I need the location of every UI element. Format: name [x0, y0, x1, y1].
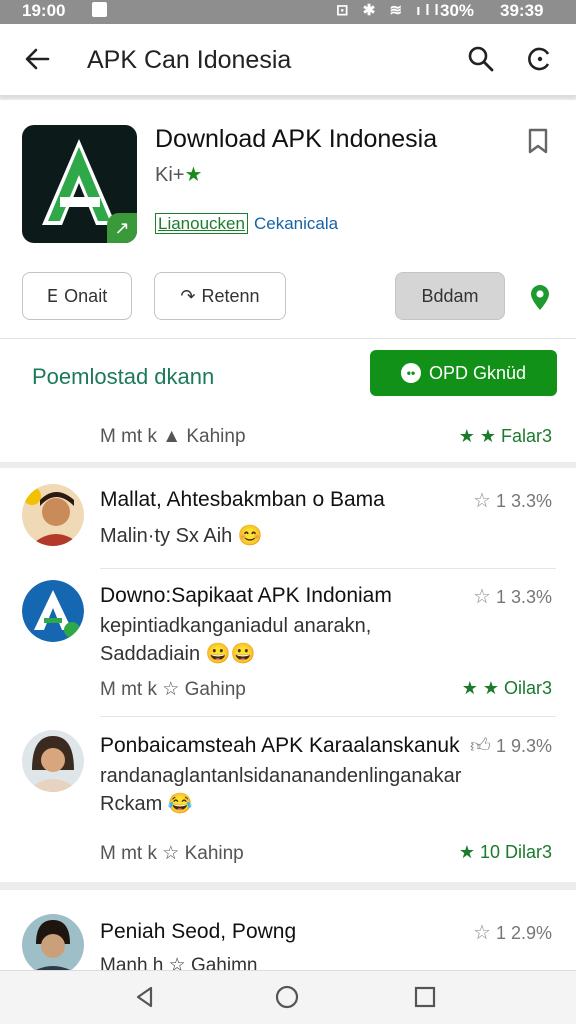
app-subtitle-text: Ki+ [155, 164, 185, 186]
retenn-label: Retenn [201, 285, 260, 306]
nav-back-icon[interactable] [133, 985, 157, 1009]
review-text: randanaglantanlsidananandenlinganakar Rc… [100, 765, 462, 815]
review-author: Peniah Seod, Powng [100, 920, 297, 943]
review-text: Malin·ty Sx Aih 😊 [100, 525, 263, 547]
app-meta-left: M mt k ▲ Kahinp [100, 426, 246, 447]
review-text: kepintiadkanganiadul anarakn, Saddadiain… [100, 615, 372, 665]
nav-home-icon[interactable] [275, 985, 299, 1009]
install-label: OPD Gknüd [428, 362, 527, 383]
system-nav-bar [0, 970, 576, 1024]
review-author: Ponbaicamsteah APK Karaalanskanuk [100, 734, 460, 757]
retenn-button[interactable]: ↷ Retenn [154, 272, 286, 320]
review-meta-right: ★ 10 Dilar3 [458, 842, 552, 862]
review-item[interactable]: Mallat, Ahtesbakmban o Bama Malin·ty Sx … [0, 484, 576, 570]
install-button[interactable]: •• OPD Gknüd [370, 350, 557, 396]
app-card: ↗ Download APK Indonesia Ki+★ Lianoucken… [0, 100, 576, 462]
app-subtitle: Ki+★ [155, 162, 202, 187]
app-meta-right: ★ ★ Falar3 [458, 426, 552, 446]
status-time: 19:00 [22, 1, 66, 20]
review-rating: ☆ 1 3.3% [473, 488, 552, 513]
more-icon[interactable] [524, 44, 554, 74]
developer-link-label: Lianoucken [155, 213, 248, 234]
status-clock-right: 39:39 [500, 1, 544, 20]
onait-label: Onait [64, 285, 108, 306]
app-icon[interactable]: ↗ [22, 125, 137, 243]
divider [100, 716, 556, 717]
avatar [22, 484, 84, 546]
review-rating-value: 1 2.9% [495, 923, 552, 943]
review-rating: 👍︎ 1 9.3% [470, 734, 552, 758]
category-link[interactable]: Cekanicala [254, 214, 338, 234]
status-icons: ⊡ ✱ ≋ ıll [336, 2, 444, 19]
star-icon: ☆ [473, 586, 491, 608]
verified-badge-icon: ↗ [107, 213, 137, 243]
avatar [22, 730, 84, 792]
review-card-partial: Peniah Seod, Powng Manh h ☆ Gahimn ☆ 1 2… [0, 890, 576, 970]
star-icon: ☆ [473, 490, 491, 512]
thumb-icon: 👍︎ [470, 735, 491, 757]
star-icon: ★ [184, 164, 203, 186]
share-icon: ↷ [180, 285, 196, 306]
battery-level: 30% [440, 1, 475, 20]
app-title: Download APK Indonesia [155, 125, 438, 153]
search-icon[interactable] [466, 44, 496, 74]
review-rating-value: 1 9.3% [495, 736, 552, 756]
star-icon: ☆ [473, 922, 491, 944]
developer-link[interactable]: Lianoucken [155, 213, 248, 234]
toolbar-title: APK Can Idonesia [87, 46, 292, 74]
chat-icon: •• [400, 363, 421, 383]
notification-icon [92, 2, 107, 17]
avatar [22, 580, 84, 642]
review-item[interactable]: Downo:Sapikaat APK Indoniam kepintiadkan… [0, 580, 576, 720]
status-bar: 19:00 ⊡ ✱ ≋ ıll 30% 39:39 [0, 0, 576, 24]
review-author: Downo:Sapikaat APK Indoniam [100, 584, 392, 607]
review-meta-right: ★ ★ Oilar3 [461, 678, 552, 698]
promo-text: Poemlostad dkann [32, 364, 215, 389]
back-arrow-icon[interactable] [22, 44, 52, 74]
review-meta-left: M mt k ☆ Kahinp [100, 843, 244, 864]
review-item[interactable]: Ponbaicamsteah APK Karaalanskanuk randan… [0, 730, 576, 870]
bookmark-icon[interactable] [526, 127, 550, 155]
bddam-button[interactable]: Bddam [395, 272, 505, 320]
reviews-list: Mallat, Ahtesbakmban o Bama Malin·ty Sx … [0, 468, 576, 882]
review-meta-left: M mt k ☆ Gahinp [100, 679, 246, 700]
review-item[interactable]: Peniah Seod, Powng Manh h ☆ Gahimn ☆ 1 2… [0, 914, 576, 970]
divider [0, 338, 576, 339]
avatar [22, 914, 84, 970]
review-author: Mallat, Ahtesbakmban o Bama [100, 488, 385, 511]
review-rating-value: 1 3.3% [495, 587, 552, 607]
review-rating-value: 1 3.3% [495, 491, 552, 511]
review-text: Manh h ☆ Gahimn [100, 955, 258, 970]
review-rating: ☆ 1 2.9% [473, 920, 552, 945]
divider [100, 568, 556, 569]
review-rating: ☆ 1 3.3% [473, 584, 552, 609]
app-toolbar: APK Can Idonesia [0, 24, 576, 96]
pin-icon[interactable] [528, 284, 552, 312]
e-icon: 𝖤 [46, 285, 59, 306]
onait-button[interactable]: 𝖤 Onait [22, 272, 132, 320]
nav-recents-icon[interactable] [413, 985, 437, 1009]
